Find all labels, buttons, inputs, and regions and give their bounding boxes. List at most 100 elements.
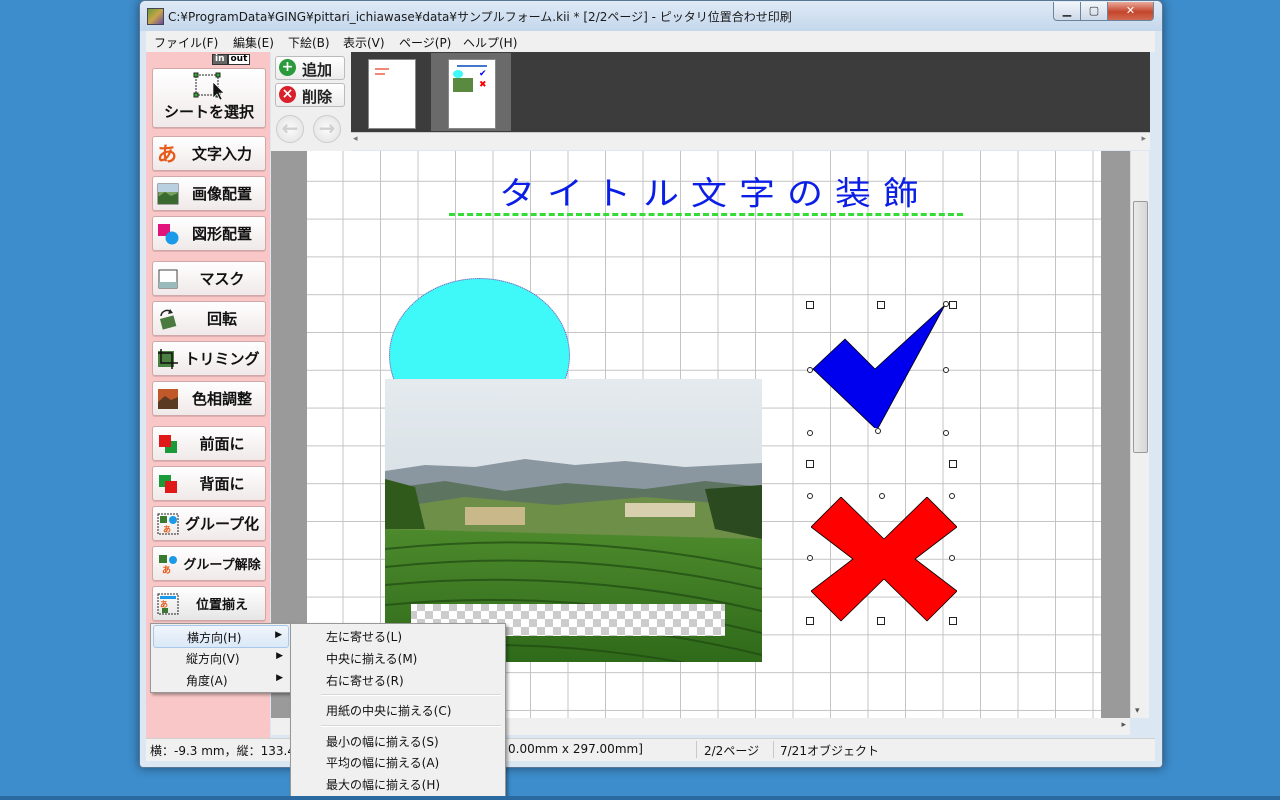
in-toggle[interactable]: in (212, 54, 228, 65)
blue-check-shape[interactable] (811, 303, 961, 428)
submenu-min-width[interactable]: 最小の幅に揃える(S) (293, 730, 503, 751)
status-page: 2/2ページ (704, 744, 760, 758)
bring-front-button[interactable]: 前面に (152, 426, 266, 461)
vertical-scroll-thumb[interactable] (1133, 201, 1148, 453)
mask-button[interactable]: マスク (152, 261, 266, 296)
title-bar[interactable]: C:¥ProgramData¥GING¥pittari_ichiawase¥da… (140, 1, 1162, 31)
submenu-align-paper-center[interactable]: 用紙の中央に揃える(C) (293, 699, 503, 720)
resize-handle[interactable] (877, 301, 885, 309)
status-coordinates: 横：-9.3 mm，縦：133.4 (150, 744, 295, 758)
menu-edit[interactable]: 編集(E) (233, 34, 274, 51)
align-context-menu: 横方向(H) ▶ 縦方向(V) ▶ 角度(A) ▶ (150, 623, 292, 693)
canvas-vertical-scrollbar[interactable]: ▾ (1130, 151, 1149, 718)
align-button[interactable]: あ 位置揃え (152, 586, 266, 621)
place-shape-label: 図形配置 (191, 225, 252, 243)
rotate-label: 回転 (206, 310, 237, 328)
remove-page-button[interactable]: × 削除 (275, 83, 345, 107)
menu-item-vertical[interactable]: 縦方向(V) ▶ (153, 647, 289, 668)
rotate-button[interactable]: 回転 (152, 301, 266, 336)
text-input-label: 文字入力 (191, 145, 252, 163)
align-label: 位置揃え (195, 598, 248, 613)
vertex-handle[interactable] (943, 301, 949, 307)
text-input-button[interactable]: あ 文字入力 (152, 136, 266, 171)
app-icon[interactable] (147, 8, 164, 25)
scroll-right-icon[interactable]: ▸ (1121, 720, 1126, 730)
vertex-handle[interactable] (879, 493, 885, 499)
desktop-taskbar-edge (0, 796, 1280, 800)
resize-handle[interactable] (806, 301, 814, 309)
prev-page-button[interactable]: ← (276, 115, 304, 143)
submenu-align-center[interactable]: 中央に揃える(M) (293, 647, 503, 668)
vertex-handle[interactable] (943, 367, 949, 373)
submenu-max-width[interactable]: 最大の幅に揃える(H) (293, 773, 503, 794)
page-thumbnail-2[interactable]: ✔ ✖ (448, 59, 496, 129)
mask-label: マスク (199, 270, 245, 288)
thumbnail-scrollbar[interactable]: ◂ ▸ (351, 132, 1150, 150)
vertex-handle[interactable] (949, 493, 955, 499)
scroll-right-icon[interactable]: ▸ (1141, 134, 1146, 144)
place-image-button[interactable]: 画像配置 (152, 176, 266, 211)
menu-help[interactable]: ヘルプ(H) (463, 34, 517, 51)
horizontal-align-submenu: 左に寄せる(L) 中央に揃える(M) 右に寄せる(R) 用紙の中央に揃える(C)… (290, 623, 506, 799)
page-thumbnail-strip: ✔ ✖ (351, 52, 1150, 132)
vertex-handle[interactable] (807, 430, 813, 436)
submenu-align-left-label: 左に寄せる(L) (326, 630, 403, 644)
select-sheet-label: シートを選択 (163, 103, 254, 121)
send-back-button[interactable]: 背面に (152, 466, 266, 501)
place-shape-button[interactable]: 図形配置 (152, 216, 266, 251)
ungroup-button[interactable]: あ グループ解除 (152, 546, 266, 581)
menu-item-angle-label: 角度(A) (186, 674, 228, 688)
select-sheet-button[interactable]: シートを選択 (152, 68, 266, 128)
add-page-label: 追加 (302, 61, 333, 79)
vertex-handle[interactable] (807, 367, 813, 373)
vertex-handle[interactable] (807, 493, 813, 499)
trimming-button[interactable]: トリミング (152, 341, 266, 376)
vertex-handle[interactable] (943, 430, 949, 436)
menu-file[interactable]: ファイル(F) (154, 34, 218, 51)
tea-field-photo[interactable] (385, 379, 762, 662)
vertex-handle[interactable] (949, 555, 955, 561)
hue-adjust-button[interactable]: 色相調整 (152, 381, 266, 416)
menu-page[interactable]: ページ(P) (399, 34, 451, 51)
submenu-arrow-icon: ▶ (275, 630, 282, 640)
send-back-label: 背面に (199, 475, 245, 493)
ungroup-label: グループ解除 (183, 558, 261, 573)
submenu-align-right[interactable]: 右に寄せる(R) (293, 669, 503, 690)
submenu-avg-width[interactable]: 平均の幅に揃える(A) (293, 751, 503, 772)
next-page-button[interactable]: → (313, 115, 341, 143)
submenu-max-width-label: 最大の幅に揃える(H) (326, 778, 441, 792)
submenu-align-paper-center-label: 用紙の中央に揃える(C) (326, 704, 452, 718)
resize-handle[interactable] (949, 460, 957, 468)
in-out-toggle[interactable]: in out (212, 54, 251, 65)
menu-underlay[interactable]: 下絵(B) (288, 34, 330, 51)
submenu-align-left[interactable]: 左に寄せる(L) (293, 625, 503, 646)
resize-handle[interactable] (949, 301, 957, 309)
group-button[interactable]: あ グループ化 (152, 506, 266, 541)
out-toggle[interactable]: out (227, 54, 251, 65)
add-page-button[interactable]: + 追加 (275, 56, 345, 80)
maximize-button[interactable]: ▢ (1080, 2, 1108, 21)
red-cross-shape[interactable] (811, 497, 957, 622)
menu-view[interactable]: 表示(V) (343, 34, 385, 51)
submenu-align-center-label: 中央に揃える(M) (326, 652, 418, 666)
menu-item-angle[interactable]: 角度(A) ▶ (153, 669, 289, 690)
hue-adjust-label: 色相調整 (191, 390, 252, 408)
resize-handle[interactable] (806, 617, 814, 625)
menu-item-horizontal[interactable]: 横方向(H) ▶ (153, 625, 289, 648)
scroll-down-icon[interactable]: ▾ (1135, 706, 1140, 716)
bring-front-label: 前面に (199, 435, 245, 453)
resize-handle[interactable] (806, 460, 814, 468)
scroll-left-icon[interactable]: ◂ (353, 134, 358, 144)
page-thumbnail-1[interactable] (368, 59, 416, 129)
vertex-handle[interactable] (807, 555, 813, 561)
minimize-button[interactable]: ▁ (1053, 2, 1081, 21)
vertex-handle[interactable] (875, 428, 881, 434)
title-text-object[interactable]: タイトル文字の装飾 (455, 168, 975, 215)
submenu-avg-width-label: 平均の幅に揃える(A) (326, 756, 440, 770)
close-button[interactable]: ✕ (1107, 2, 1154, 21)
status-paper-size: 0.00mm x 297.00mm] (508, 742, 643, 756)
resize-handle[interactable] (949, 617, 957, 625)
group-label: グループ化 (184, 515, 260, 533)
resize-handle[interactable] (877, 617, 885, 625)
title-underline (449, 213, 963, 216)
